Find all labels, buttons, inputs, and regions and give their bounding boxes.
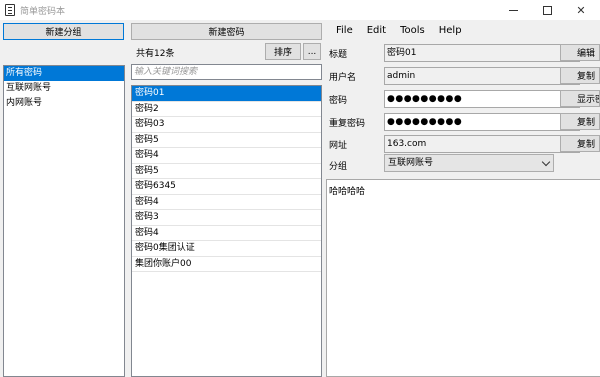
more-button[interactable]: ...: [303, 43, 321, 60]
notebook-icon: [5, 4, 15, 16]
group-list[interactable]: 所有密码 互联网账号 内网账号: [3, 65, 125, 377]
maximize-button[interactable]: [530, 0, 564, 20]
menu-bar: File Edit Tools Help: [326, 20, 600, 41]
group-select-value: 互联网账号: [388, 158, 434, 168]
username-field[interactable]: admin: [384, 67, 580, 85]
menu-edit[interactable]: Edit: [360, 25, 393, 36]
item-count: 共有12条: [136, 49, 175, 59]
menu-help[interactable]: Help: [432, 25, 469, 36]
list-item[interactable]: 密码5: [132, 164, 321, 179]
list-item[interactable]: 密码2: [132, 102, 321, 117]
url-label: 网址: [329, 141, 348, 151]
password-list[interactable]: 密码01 密码2 密码03 密码5 密码4 密码5 密码6345 密码4 密码3…: [131, 85, 322, 377]
window-title: 简单密码本: [20, 7, 66, 17]
repeat-password-field[interactable]: ●●●●●●●●●: [384, 113, 580, 131]
minimize-button[interactable]: [496, 0, 530, 20]
list-item[interactable]: 密码4: [132, 195, 321, 210]
list-item[interactable]: 密码6345: [132, 179, 321, 195]
list-item[interactable]: 密码01: [132, 86, 321, 102]
password-list-pane: 新建密码 共有12条 排序 ... 密码01 密码2 密码03 密码5 密码4 …: [128, 20, 326, 377]
list-item[interactable]: 密码4: [132, 226, 321, 241]
title-bar: 简单密码本 ✕: [0, 0, 600, 20]
search-input[interactable]: [131, 64, 322, 80]
url-field[interactable]: 163.com: [384, 135, 580, 153]
new-group-button[interactable]: 新建分组: [3, 23, 124, 40]
copy-url-button[interactable]: 复制: [560, 135, 600, 152]
title-field[interactable]: 密码01: [384, 44, 580, 62]
list-item[interactable]: 密码03: [132, 117, 321, 133]
detail-pane: File Edit Tools Help 标题 密码01 编辑 用户名 admi…: [326, 20, 600, 377]
copy-password-button[interactable]: 复制: [560, 113, 600, 130]
username-label: 用户名: [329, 73, 357, 83]
edit-button[interactable]: 编辑: [560, 44, 600, 61]
list-item[interactable]: 密码0集团认证: [132, 241, 321, 257]
repeat-password-label: 重复密码: [329, 119, 366, 129]
group-pane: 新建分组 所有密码 互联网账号 内网账号: [0, 20, 128, 377]
close-button[interactable]: ✕: [564, 0, 598, 20]
group-item-internet[interactable]: 互联网账号: [4, 81, 124, 96]
group-item-intranet[interactable]: 内网账号: [4, 96, 124, 111]
new-password-button[interactable]: 新建密码: [131, 23, 322, 40]
maximize-icon: [542, 5, 552, 15]
list-item[interactable]: 集团你账户00: [132, 257, 321, 272]
password-label: 密码: [329, 96, 348, 106]
list-item[interactable]: 密码4: [132, 148, 321, 164]
password-field[interactable]: ●●●●●●●●●: [384, 90, 580, 108]
title-label: 标题: [329, 50, 348, 60]
list-item[interactable]: 密码5: [132, 133, 321, 148]
group-select[interactable]: 互联网账号: [384, 154, 554, 172]
copy-username-button[interactable]: 复制: [560, 67, 600, 84]
show-password-button[interactable]: 显示密码: [560, 90, 600, 107]
group-label: 分组: [329, 162, 348, 172]
close-icon: ✕: [576, 3, 586, 17]
menu-tools[interactable]: Tools: [393, 25, 432, 36]
notes-textarea[interactable]: 哈哈哈哈: [326, 179, 600, 377]
menu-file[interactable]: File: [326, 25, 360, 36]
sort-button[interactable]: 排序: [265, 43, 301, 60]
list-item[interactable]: 密码3: [132, 210, 321, 226]
chevron-down-icon: [541, 157, 551, 167]
minimize-icon: [508, 9, 518, 11]
group-item-all[interactable]: 所有密码: [4, 66, 124, 81]
